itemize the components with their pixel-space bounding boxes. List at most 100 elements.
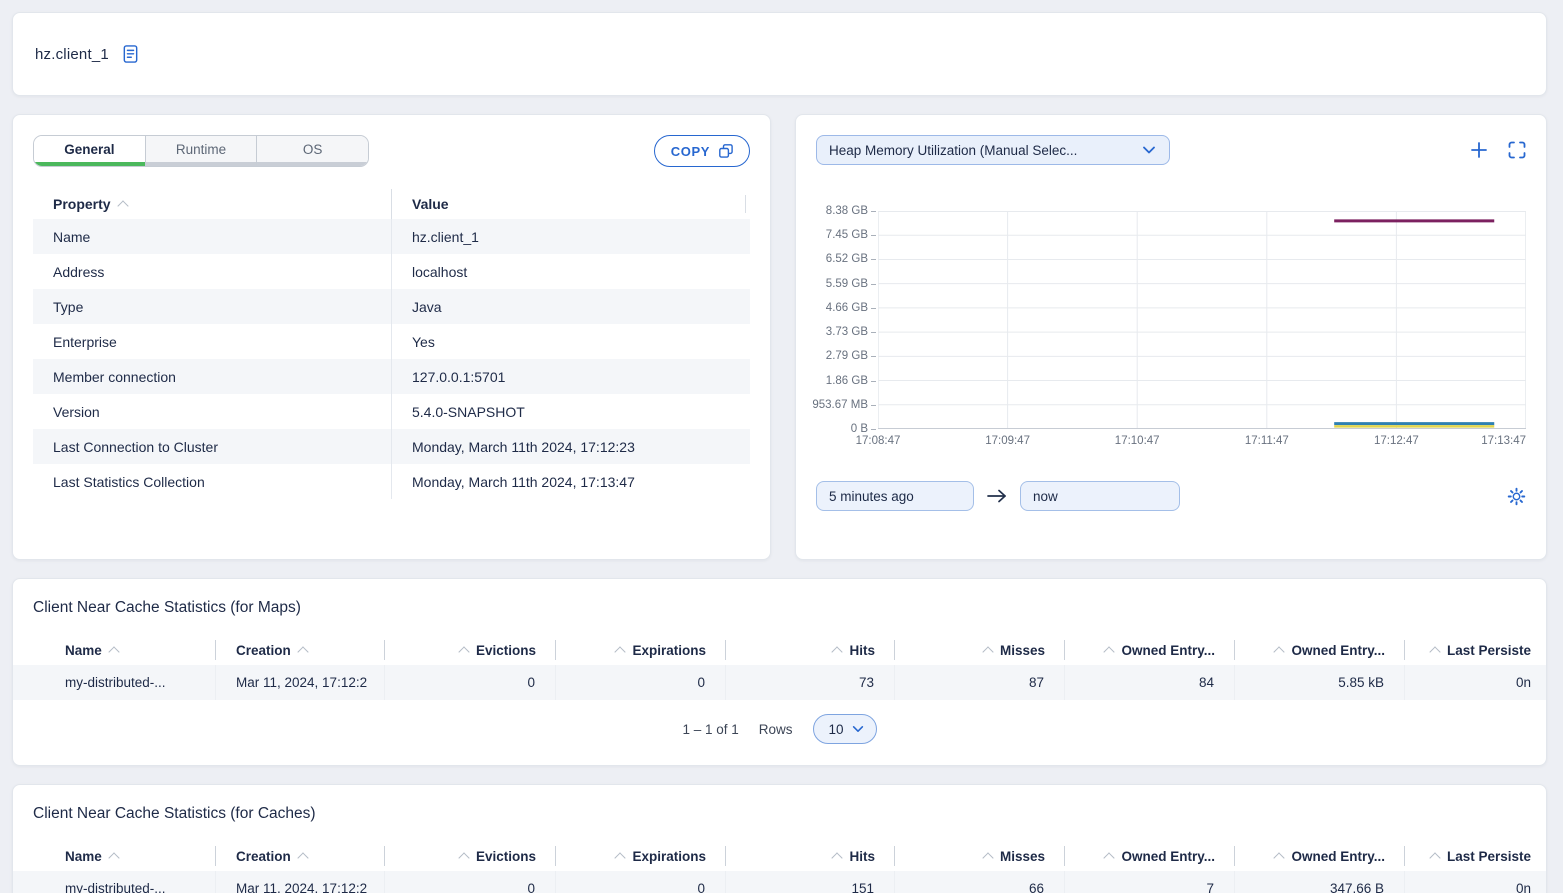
y-axis-tick — [871, 381, 876, 382]
x-axis-tick-label: 17:09:47 — [985, 435, 1030, 447]
y-axis-tick-label: 4.66 GB — [826, 302, 868, 314]
metric-select[interactable]: Heap Memory Utilization (Manual Selec... — [816, 135, 1170, 165]
column-header-creation[interactable]: Creation — [216, 635, 385, 665]
column-header-name[interactable]: Name — [45, 841, 216, 871]
table-row: Namehz.client_1 — [33, 219, 750, 254]
x-axis-tick-label: 17:11:47 — [1245, 435, 1289, 447]
column-header-hits[interactable]: Hits — [726, 635, 895, 665]
sort-caret-icon — [458, 646, 469, 657]
table-row: my-distributed-...Mar 11, 2024, 17:12:20… — [13, 871, 1546, 893]
tab-os[interactable]: OS — [256, 136, 368, 166]
column-header-creation[interactable]: Creation — [216, 841, 385, 871]
column-header-evictions[interactable]: Evictions — [385, 635, 556, 665]
y-axis-tick-label: 2.79 GB — [826, 350, 868, 362]
cell-owned-entry: 347.66 B — [1235, 871, 1405, 893]
column-header-expirations[interactable]: Expirations — [556, 841, 726, 871]
caches-table-head: Name Creation Evictions ExpirationsHits Miss… — [13, 841, 1546, 871]
property-cell: Address — [33, 254, 391, 289]
column-header-owned-entry[interactable]: Owned Entry... — [1065, 841, 1235, 871]
heap-chart-card: Heap Memory Utilization (Manual Selec... — [795, 114, 1547, 560]
sort-caret-icon — [982, 646, 993, 657]
table-row: Last Connection to ClusterMonday, March … — [33, 429, 750, 464]
column-header-evictions[interactable]: Evictions — [385, 841, 556, 871]
y-axis-tick-label: 953.67 MB — [812, 399, 868, 411]
property-cell: Last Connection to Cluster — [33, 429, 391, 464]
tab-general[interactable]: General — [34, 136, 145, 166]
table-row: Member connection127.0.0.1:5701 — [33, 359, 750, 394]
column-header-hits[interactable]: Hits — [726, 841, 895, 871]
column-header-label: Last Persiste — [1447, 849, 1531, 864]
y-axis-tick-label: 6.52 GB — [826, 253, 868, 265]
y-axis-tick-label: 3.73 GB — [826, 326, 868, 338]
sort-caret-icon — [982, 852, 993, 863]
page-title: hz.client_1 — [35, 46, 109, 63]
time-to-input[interactable] — [1020, 481, 1180, 511]
column-header-owned-entry[interactable]: Owned Entry... — [1065, 635, 1235, 665]
cell-last-persiste: 0n — [1405, 665, 1547, 700]
y-axis-tick-label: 8.38 GB — [826, 205, 868, 217]
column-header-name[interactable]: Name — [45, 635, 216, 665]
column-header-expirations[interactable]: Expirations — [556, 635, 726, 665]
sort-caret-icon — [1274, 646, 1285, 657]
y-axis-tick — [871, 211, 876, 212]
y-axis-labels: 8.38 GB7.45 GB6.52 GB5.59 GB4.66 GB3.73 … — [816, 211, 878, 429]
value-cell: Monday, March 11th 2024, 17:13:47 — [391, 464, 750, 499]
value-cell: Java — [391, 289, 750, 324]
metric-select-value: Heap Memory Utilization (Manual Selec... — [829, 143, 1077, 158]
rows-per-page-select[interactable]: 10 — [813, 714, 877, 744]
add-chart-icon[interactable] — [1470, 141, 1488, 159]
column-header-label: Evictions — [476, 643, 536, 658]
document-icon[interactable] — [121, 44, 140, 64]
value-cell: hz.client_1 — [391, 219, 750, 254]
column-header-owned-entry[interactable]: Owned Entry... — [1235, 635, 1405, 665]
column-header-label: Misses — [1000, 849, 1045, 864]
property-cell: Version — [33, 394, 391, 429]
y-axis-tick — [871, 405, 876, 406]
sort-caret-icon — [297, 852, 308, 863]
cell-hits: 151 — [726, 871, 895, 893]
cell-owned-entry: 5.85 kB — [1235, 665, 1405, 700]
copy-button[interactable]: COPY — [654, 135, 750, 167]
value-cell: Monday, March 11th 2024, 17:12:23 — [391, 429, 750, 464]
tab-label: Runtime — [176, 142, 226, 157]
column-header-value[interactable]: Value — [391, 189, 750, 219]
sort-caret-icon — [615, 646, 626, 657]
maps-table-body: my-distributed-...Mar 11, 2024, 17:12:20… — [13, 665, 1546, 700]
fullscreen-icon[interactable] — [1508, 141, 1526, 159]
property-table-body: Namehz.client_1AddresslocalhostTypeJavaE… — [33, 219, 750, 499]
property-cell: Name — [33, 219, 391, 254]
sort-caret-icon — [615, 852, 626, 863]
section-title: Client Near Cache Statistics (for Maps) — [33, 599, 1546, 617]
column-header-owned-entry[interactable]: Owned Entry... — [1235, 841, 1405, 871]
column-header-misses[interactable]: Misses — [895, 635, 1065, 665]
table-row: Addresslocalhost — [33, 254, 750, 289]
column-header-label: Name — [65, 849, 102, 864]
column-header-label: Value — [412, 196, 449, 212]
cell-expirations: 0 — [556, 665, 726, 700]
arrow-right-icon — [986, 488, 1008, 504]
tab-runtime[interactable]: Runtime — [145, 136, 257, 166]
column-header-label: Property — [53, 196, 111, 212]
time-from-input[interactable] — [816, 481, 974, 511]
gear-icon[interactable] — [1507, 487, 1526, 506]
property-cell: Member connection — [33, 359, 391, 394]
column-header-label: Creation — [236, 849, 291, 864]
column-header-property[interactable]: Property — [33, 196, 391, 212]
y-axis-tick — [871, 284, 876, 285]
sort-caret-icon — [1104, 852, 1115, 863]
column-header-misses[interactable]: Misses — [895, 841, 1065, 871]
table-row: Version5.4.0-SNAPSHOT — [33, 394, 750, 429]
rows-per-page-value: 10 — [829, 722, 844, 737]
column-header-last-persiste[interactable]: Last Persiste — [1405, 635, 1547, 665]
caches-table: Name Creation Evictions ExpirationsHits Miss… — [13, 841, 1546, 893]
column-header-label: Owned Entry... — [1121, 849, 1215, 864]
cell-misses: 87 — [895, 665, 1065, 700]
heap-utilization-chart — [878, 211, 1526, 429]
column-header-last-persiste[interactable]: Last Persiste — [1405, 841, 1547, 871]
maps-table: NameCreation Evictions ExpirationsHitsMiss… — [13, 635, 1546, 700]
chevron-down-icon — [851, 722, 865, 736]
cell-misses: 66 — [895, 871, 1065, 893]
column-header-label: Evictions — [476, 849, 536, 864]
page: hz.client_1 General Runtime OS — [0, 0, 1563, 893]
column-header-label: Owned Entry... — [1121, 643, 1215, 658]
